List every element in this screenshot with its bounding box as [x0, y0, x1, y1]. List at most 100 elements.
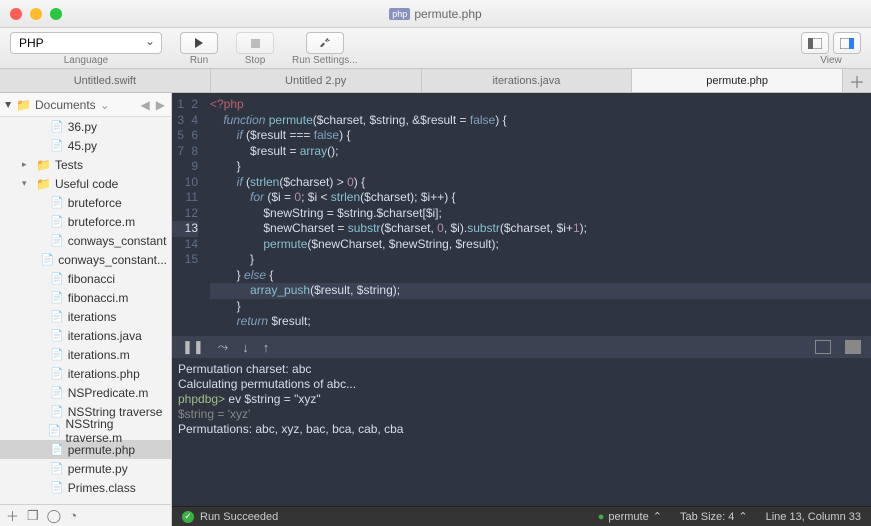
- sidebar-item-label: bruteforce: [68, 196, 122, 210]
- console-line: $string = 'xyz': [178, 407, 865, 422]
- line-number: 4: [191, 113, 198, 127]
- toolbar: PHP Language Run Stop Run Settings...: [0, 28, 871, 69]
- console-panel-left-icon[interactable]: [815, 340, 831, 354]
- console-panel-right-icon[interactable]: [845, 340, 861, 354]
- folder-disclose-icon[interactable]: ▸: [22, 159, 32, 170]
- sidebar-item-label: Useful code: [55, 177, 118, 191]
- code-line[interactable]: }: [210, 299, 871, 315]
- folder-disclose-icon: ▸: [2, 101, 16, 107]
- sidebar-item[interactable]: 📄NSString traverse.m: [0, 421, 171, 440]
- view-right-panel-button[interactable]: [833, 32, 861, 54]
- tab-untitled-swift[interactable]: Untitled.swift: [0, 69, 211, 92]
- sidebar-item[interactable]: 📄conways_constant: [0, 231, 171, 250]
- sidebar-toolbar: ＋ ❒ ◯ ◔: [0, 504, 171, 526]
- sidebar-item-label: fibonacci.m: [68, 291, 129, 305]
- sidebar-tree[interactable]: 📄36.py📄45.py▸📁Tests▾📁Useful code📄brutefo…: [0, 117, 171, 504]
- debug-step-in-icon[interactable]: ↓: [242, 340, 249, 355]
- line-number: 2: [191, 97, 198, 111]
- view-left-panel-button[interactable]: [801, 32, 829, 54]
- folder-disclose-icon[interactable]: ▾: [22, 178, 32, 189]
- sidebar-item[interactable]: 📄fibonacci: [0, 269, 171, 288]
- branch-dropdown-icon: ⌃: [653, 510, 662, 523]
- language-value: PHP: [19, 36, 44, 50]
- code-line[interactable]: }: [210, 252, 871, 268]
- php-icon: php: [389, 8, 410, 20]
- code-line[interactable]: $newString = $string.$charset[$i];: [210, 206, 871, 222]
- debug-step-out-icon[interactable]: ↑: [263, 340, 270, 355]
- nav-back-icon[interactable]: ◀: [141, 98, 150, 112]
- git-clean-icon: ●: [598, 511, 605, 523]
- minimize-window-button[interactable]: [30, 8, 42, 20]
- language-label: Language: [64, 55, 109, 66]
- code-line[interactable]: array_push($result, $string);: [210, 283, 871, 299]
- sidebar-item-label: permute.php: [68, 443, 135, 457]
- line-number: 1: [177, 97, 184, 111]
- cursor-position-text: Line 13, Column 33: [766, 511, 861, 523]
- close-window-button[interactable]: [10, 8, 22, 20]
- file-icon: 📄: [50, 462, 64, 475]
- code-line[interactable]: } else {: [210, 268, 871, 284]
- code-line[interactable]: if (strlen($charset) > 0) {: [210, 175, 871, 191]
- code-line[interactable]: return $result;: [210, 314, 871, 330]
- code-line[interactable]: if ($result === false) {: [210, 128, 871, 144]
- sidebar-root: Documents: [35, 98, 96, 112]
- sidebar-item[interactable]: 📄45.py: [0, 136, 171, 155]
- code-body[interactable]: <?php function permute($charset, $string…: [204, 93, 871, 336]
- file-icon: 📄: [50, 234, 64, 247]
- code-editor[interactable]: 1 2 3 4 5 6 7 8 9 10 11 12 13 14 15 <?ph…: [172, 93, 871, 336]
- sidebar-item[interactable]: 📄fibonacci.m: [0, 288, 171, 307]
- tab-size[interactable]: Tab Size: 4 ⌃: [680, 510, 748, 523]
- debug-console[interactable]: Permutation charset: abcCalculating perm…: [172, 358, 871, 506]
- sidebar-item[interactable]: 📄bruteforce.m: [0, 212, 171, 231]
- tab-permute-php[interactable]: permute.php: [632, 69, 843, 92]
- sidebar-item[interactable]: ▾ 📁 Useful code: [0, 174, 171, 193]
- new-file-icon[interactable]: ＋: [6, 506, 19, 525]
- code-line[interactable]: $newCharset = substr($charset, 0, $i).su…: [210, 221, 871, 237]
- debug-pause-icon[interactable]: ❚❚: [182, 339, 204, 355]
- code-line[interactable]: for ($i = 0; $i < strlen($charset); $i++…: [210, 190, 871, 206]
- nav-forward-icon[interactable]: ▶: [156, 98, 165, 112]
- file-icon: 📄: [50, 215, 64, 228]
- run-button[interactable]: [180, 32, 218, 54]
- code-line[interactable]: permute($newCharset, $newString, $result…: [210, 237, 871, 253]
- line-number: 10: [185, 175, 198, 189]
- run-settings-button[interactable]: [306, 32, 344, 54]
- tag-icon[interactable]: ◯: [47, 508, 62, 524]
- sidebar-item-label: iterations.m: [68, 348, 130, 362]
- sidebar-item-label: iterations.java: [68, 329, 142, 343]
- status-bar: ✓ Run Succeeded ● permute ⌃ Tab Size: 4 …: [172, 506, 871, 526]
- sidebar-item[interactable]: ▸📁Tests: [0, 155, 171, 174]
- file-icon: 📄: [48, 424, 62, 437]
- activity-icon[interactable]: ◔: [69, 508, 77, 523]
- sidebar-item[interactable]: 📄36.py: [0, 117, 171, 136]
- sidebar-item[interactable]: 📄NSPredicate.m: [0, 383, 171, 402]
- sidebar-item[interactable]: 📄iterations.java: [0, 326, 171, 345]
- editor-pane: 1 2 3 4 5 6 7 8 9 10 11 12 13 14 15 <?ph…: [172, 93, 871, 526]
- new-tab-button[interactable]: ＋: [843, 69, 871, 92]
- sidebar-item[interactable]: 📄conways_constant...: [0, 250, 171, 269]
- sidebar-item[interactable]: 📄bruteforce: [0, 193, 171, 212]
- run-settings-label: Run Settings...: [292, 55, 358, 66]
- stop-button[interactable]: [236, 32, 274, 54]
- zoom-window-button[interactable]: [50, 8, 62, 20]
- sidebar-item[interactable]: 📄iterations: [0, 307, 171, 326]
- new-folder-icon[interactable]: ❒: [27, 508, 39, 524]
- folder-dropdown-icon[interactable]: ⌄: [100, 98, 110, 112]
- line-number: 15: [185, 252, 198, 266]
- code-line[interactable]: <?php: [210, 97, 871, 113]
- git-branch[interactable]: ● permute ⌃: [598, 510, 662, 523]
- debug-step-over-icon[interactable]: ⤳: [218, 339, 228, 355]
- sidebar-item[interactable]: 📄iterations.php: [0, 364, 171, 383]
- tab-iterations-java[interactable]: iterations.java: [422, 69, 633, 92]
- code-line[interactable]: $result = array();: [210, 144, 871, 160]
- code-line[interactable]: function permute($charset, $string, &$re…: [210, 113, 871, 129]
- tab-untitled-2-py[interactable]: Untitled 2.py: [211, 69, 422, 92]
- run-status-text: Run Succeeded: [200, 511, 278, 523]
- folder-icon: 📁: [36, 177, 51, 191]
- sidebar-item[interactable]: 📄Primes.class: [0, 478, 171, 497]
- sidebar-item[interactable]: 📄permute.py: [0, 459, 171, 478]
- sidebar-header[interactable]: ▸ 📁 Documents ⌄ ◀ ▶: [0, 93, 171, 117]
- code-line[interactable]: }: [210, 159, 871, 175]
- language-select[interactable]: PHP: [10, 32, 162, 54]
- sidebar-item[interactable]: 📄iterations.m: [0, 345, 171, 364]
